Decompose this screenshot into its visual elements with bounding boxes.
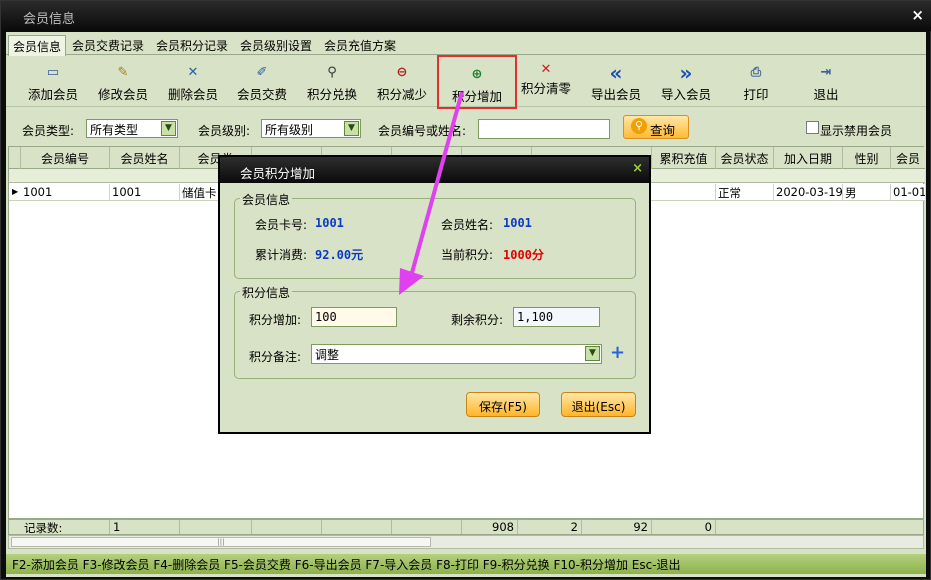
annotation-arrow-shaft — [408, 91, 464, 281]
annotation-arrow — [399, 91, 464, 295]
annotation-arrow-head — [399, 268, 424, 295]
